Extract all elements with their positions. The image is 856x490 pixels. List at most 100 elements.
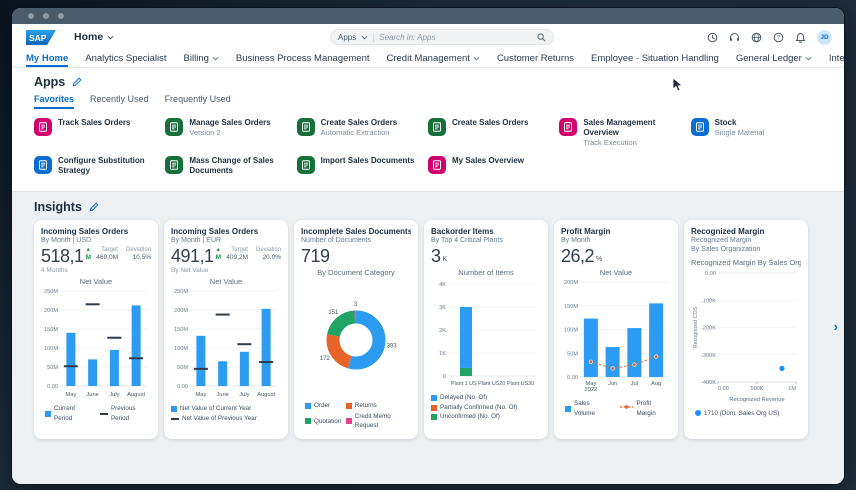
app-item-manage-sales-orders[interactable]: Manage Sales OrdersVersion 2 [165,118,296,147]
history-icon[interactable] [707,32,718,43]
chart-area: 250M200M150M100M50M0,00MayJuneJulyAugust [171,287,281,404]
app-item-sales-management-overview[interactable]: Sales Management OverviewTrack Execution [559,118,690,147]
app-item-stock[interactable]: StockSingle Material [691,118,822,147]
nav-tab-label: Credit Management [387,53,470,64]
legend-item-sales-volume: Sales Volume [565,399,611,418]
search-scope-select[interactable]: Apps [338,33,356,42]
kpi-target-label: Deviation [256,247,281,253]
app-item-track-sales-orders[interactable]: Track Sales Orders [34,118,165,147]
legend-label: 1710 (Dom. Sales Org US) [704,409,779,418]
legend-label: Current Period [54,404,91,423]
home-menu[interactable]: Home [74,31,114,43]
sap-logo[interactable]: SAP [26,30,56,45]
kpi-value: 3 [431,247,441,265]
legend-marker [305,403,311,409]
nav-tab-general-ledger[interactable]: General Ledger [736,50,812,67]
nav-tab-internal-sales[interactable]: Internal Sales [829,50,844,67]
nav-tab-label: Analytics Specialist [85,53,166,64]
svg-text:100M: 100M [44,346,58,352]
nav-tab-billing[interactable]: Billing [184,50,219,67]
legend-label: Sales Volume [574,399,611,418]
svg-text:0,00: 0,00 [47,384,58,390]
apps-tab-favorites[interactable]: Favorites [34,94,74,109]
chart-title: Net Value [41,277,151,286]
search-icon[interactable] [537,33,546,42]
nav-tab-customer-returns[interactable]: Customer Returns [497,50,574,67]
svg-text:0,00: 0,00 [705,271,716,277]
svg-text:Recognized Revenue: Recognized Revenue [729,397,784,403]
window-maximize-button[interactable] [58,13,64,19]
app-tile-icon [297,156,315,174]
legend-item-credit-memo-request: Credit Memo Request [346,412,411,431]
window-minimize-button[interactable] [43,13,49,19]
kpi-row: 26,2% [561,247,671,265]
edit-pencil-icon[interactable] [72,77,82,87]
svg-text:-200K: -200K [701,325,716,331]
app-tile-subtitle: Single Material [715,128,765,137]
kpi-row: 3K [431,247,541,265]
nav-tab-business-process-management[interactable]: Business Process Management [236,50,370,67]
app-item-my-sales-overview[interactable]: My Sales Overview [428,156,559,182]
apps-tab-recently-used[interactable]: Recently Used [90,94,149,109]
headset-icon[interactable] [729,32,740,43]
nav-tab-label: Internal Sales [829,53,844,64]
chart-area: 250M200M150M100M50M0,00MayJuneJulyAugust [41,287,151,404]
insight-card-incomplete-sales-documents-number-of-documents[interactable]: Incomplete Sales DocumentsNumber of Docu… [294,220,418,439]
nav-tab-employee-situation-handling[interactable]: Employee - Situation Handling [591,50,719,67]
svg-text:0: 0 [443,374,446,380]
svg-text:July: July [109,392,119,398]
app-tile-icon [428,156,446,174]
legend-item-order: Order [305,401,346,410]
target-column: Target409,2M [226,247,248,261]
app-tile-text: Sales Management OverviewTrack Execution [583,118,690,147]
app-item-import-sales-documents[interactable]: Import Sales Documents [297,156,428,182]
svg-text:150M: 150M [174,327,188,333]
legend-item-profit-margin: Profit Margin [620,399,671,418]
insight-card-incoming-sales-orders-by-month-usd[interactable]: Incoming Sales OrdersBy Month | USD518,1… [34,220,158,439]
window-titlebar [12,8,844,24]
legend-marker [171,406,177,412]
kpi-row: 518,1▲MTarget469,0MDeviation10,5% [41,247,151,265]
legend-marker [431,395,437,401]
legend-label: Order [314,401,330,410]
carousel-next-icon[interactable]: › [834,320,838,333]
apps-tab-frequently-used[interactable]: Frequently Used [165,94,231,109]
legend-label: Partially Confirmed (No. Of) [440,403,517,412]
svg-text:May: May [65,392,76,398]
app-item-create-sales-orders[interactable]: Create Sales Orders [428,118,559,147]
chart-area: 200M150M100M50M0,00May2022JunJulAug [561,278,671,399]
app-tile-title: Configure Substitution Strategy [58,156,165,176]
app-item-mass-change-of-sales-documents[interactable]: Mass Change of Sales Documents [165,156,296,182]
svg-text:250M: 250M [44,289,58,295]
legend-label: Unconfirmed (No. Of) [440,412,500,421]
insight-card-backorder-items-by-top-4-critical-plants[interactable]: Backorder ItemsBy Top 4 Critical Plants3… [424,220,548,439]
nav-tab-analytics-specialist[interactable]: Analytics Specialist [85,50,166,67]
app-tile-text: Manage Sales OrdersVersion 2 [189,118,270,137]
globe-icon[interactable] [751,32,762,43]
app-item-configure-substitution-strategy[interactable]: Configure Substitution Strategy [34,156,165,182]
nav-tab-credit-management[interactable]: Credit Management [387,50,480,67]
chevron-down-icon[interactable] [361,35,368,40]
app-item-create-sales-orders[interactable]: Create Sales OrdersAutomatic Extraction [297,118,428,147]
window-close-button[interactable] [28,13,34,19]
edit-pencil-icon[interactable] [89,202,99,212]
nav-tab-my-home[interactable]: My Home [26,50,68,67]
help-icon[interactable]: ? [773,32,784,43]
legend-marker [100,413,108,415]
legend-label: Returns [355,401,377,410]
bell-icon[interactable] [795,32,806,43]
svg-text:Recognized COS: Recognized COS [693,306,699,348]
insight-card-incoming-sales-orders-by-month-eur[interactable]: Incoming Sales OrdersBy Month | EUR491,1… [164,220,288,439]
insight-card-profit-margin-by-month[interactable]: Profit MarginBy Month26,2%Net Value200M1… [554,220,678,439]
search-bar[interactable]: Apps Search in: Apps [330,29,554,45]
user-avatar[interactable]: JD [817,30,832,45]
search-input[interactable]: Search in: Apps [379,33,532,42]
app-tile-title: Track Sales Orders [58,118,131,128]
kpi-row: 491,1▲MTarget409,2MDeviation20,0% [171,247,281,265]
chart-area: 3931721513 [301,278,411,401]
svg-text:August: August [257,392,275,398]
card-subtitle: By Month | USD [41,236,151,245]
app-tile-title: Import Sales Documents [321,156,415,166]
insight-card-recognized-margin-recognized-margin[interactable]: Recognized MarginRecognized MarginBy Sal… [684,220,808,439]
chevron-down-icon [107,35,114,40]
